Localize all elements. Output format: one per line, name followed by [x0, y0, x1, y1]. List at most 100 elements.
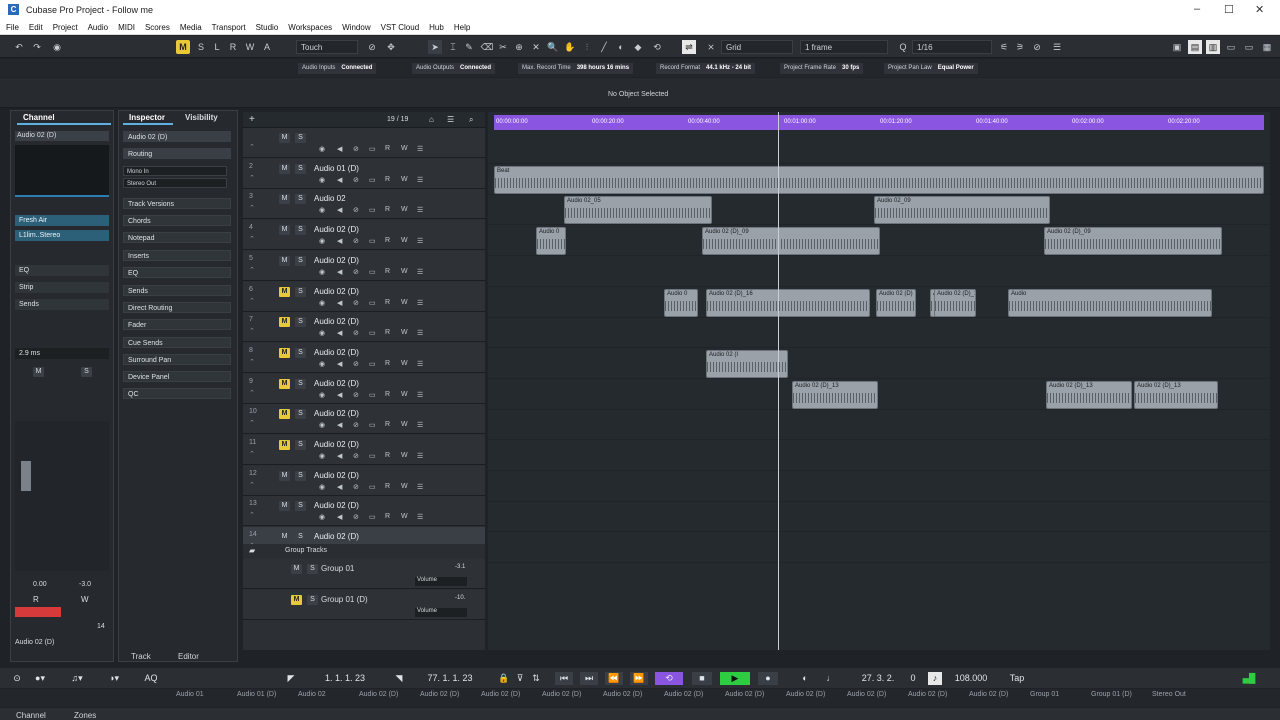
track-write-button[interactable]: W [401, 360, 408, 367]
audio-event[interactable]: Audio 02 (D)_13 [1134, 380, 1218, 409]
speaker-icon[interactable]: ◀ [337, 237, 342, 245]
track-name[interactable]: Audio 02 (D) [314, 225, 359, 234]
track-write-button[interactable]: W [401, 513, 408, 520]
record-mode-icon[interactable]: ●▾ [30, 672, 50, 685]
lane-icon[interactable]: ▭ [369, 360, 376, 368]
track-write-button[interactable]: W [401, 176, 408, 183]
group-folder[interactable]: ▰ Group Tracks [243, 544, 485, 558]
track-write-button[interactable]: W [401, 329, 408, 336]
tab-track[interactable]: Track [131, 652, 151, 661]
mixer-channel-name[interactable]: Audio 01 (D) [237, 691, 276, 698]
upper-zone-icon[interactable]: ▭ [1242, 40, 1256, 54]
track-solo-button[interactable]: S [295, 225, 306, 236]
track-menu-icon[interactable]: ☰ [417, 299, 423, 307]
edit-channel-icon[interactable]: ⊘ [353, 176, 359, 184]
track-mute-button[interactable]: M [279, 470, 290, 481]
mixer-channel-name[interactable]: Audio 02 (D) [908, 691, 947, 698]
menu-hub[interactable]: Hub [429, 23, 444, 32]
group-value[interactable]: -3.1 [455, 564, 465, 570]
track-name[interactable]: Audio 02 [314, 194, 346, 203]
menu-vst-cloud[interactable]: VST Cloud [381, 23, 420, 32]
track-lane[interactable] [488, 441, 1270, 471]
track-solo-button[interactable]: S [295, 286, 306, 297]
speaker-icon[interactable]: ◀ [337, 176, 342, 184]
tab-inspector[interactable]: Inspector [123, 111, 173, 125]
edit-channel-icon[interactable]: ⊘ [353, 513, 359, 521]
track-read-button[interactable]: R [385, 268, 390, 275]
line-tool-icon[interactable]: ╱ [597, 40, 611, 54]
track-mute-button[interactable]: M [279, 286, 290, 297]
monitor-icon[interactable]: ◉ [319, 421, 325, 429]
quantize-apply-icon[interactable]: ⚟ [997, 40, 1011, 54]
inspector-section-chords[interactable]: Chords [123, 215, 231, 226]
lane-icon[interactable]: ▭ [369, 145, 376, 153]
channel-read-button[interactable]: R [33, 595, 39, 604]
track-menu-icon[interactable]: ☰ [417, 421, 423, 429]
snap-type-select[interactable]: Grid [721, 40, 793, 54]
channel-solo-button[interactable]: S [81, 367, 92, 377]
range-tool-icon[interactable]: ⌶ [446, 40, 460, 54]
track-solo-button[interactable]: S [295, 255, 306, 266]
inspector-section-surround-pan[interactable]: Surround Pan [123, 354, 231, 365]
track-mute-button[interactable]: M [279, 378, 290, 389]
track-solo-button[interactable]: S [295, 378, 306, 389]
monitor-icon[interactable]: ◉ [319, 176, 325, 184]
lane-icon[interactable]: ▭ [369, 237, 376, 245]
track-row[interactable]: 6 ⌃ M S Audio 02 (D) ◉ ◀ ⊘ ▭ R W ☰ [243, 281, 485, 312]
marker-icon[interactable]: ☰ [1050, 40, 1064, 54]
track-name[interactable]: Audio 01 (D) [314, 164, 359, 173]
erase-tool-icon[interactable]: ⌫ [480, 40, 494, 54]
track-lane[interactable] [488, 349, 1270, 379]
track-write-button[interactable]: W [401, 391, 408, 398]
audio-event[interactable]: Audio [1008, 288, 1212, 317]
track-read-button[interactable]: R [385, 237, 390, 244]
track-name[interactable]: Audio 02 (D) [314, 440, 359, 449]
lane-icon[interactable]: ▭ [369, 421, 376, 429]
hand-tool-icon[interactable]: ✋ [563, 40, 577, 54]
track-row[interactable]: 11 ⌃ M S Audio 02 (D) ◉ ◀ ⊘ ▭ R W ☰ [243, 435, 485, 465]
track-name[interactable]: Audio 02 (D) [314, 256, 359, 265]
add-track-icon[interactable]: + [249, 114, 255, 125]
edit-channel-icon[interactable]: ⊘ [353, 391, 359, 399]
group-param-select[interactable]: Volume [415, 608, 467, 617]
track-menu-icon[interactable]: ☰ [417, 360, 423, 368]
lane-icon[interactable]: ▭ [369, 299, 376, 307]
track-expand-icon[interactable]: ⌃ [249, 450, 255, 458]
edit-channel-icon[interactable]: ⊘ [353, 237, 359, 245]
monitor-icon[interactable]: ◉ [319, 268, 325, 276]
audio-event[interactable]: Audio 02 (D)_16 [706, 288, 870, 317]
monitor-icon[interactable]: ◉ [319, 360, 325, 368]
edit-channel-icon[interactable]: ⊘ [353, 299, 359, 307]
track-mute-button[interactable]: M [279, 440, 290, 450]
audio-event[interactable]: Audio 02 (D)_13 [1046, 380, 1132, 409]
tap-tempo-button[interactable]: Tap [1000, 672, 1034, 685]
pan-value[interactable]: -3.0 [79, 581, 91, 588]
audio-event[interactable]: Audio 0 [536, 227, 566, 256]
constrain-icon[interactable]: ⊘ [365, 40, 379, 54]
track-row[interactable]: 5 ⌃ M S Audio 02 (D) ◉ ◀ ⊘ ▭ R W ☰ [243, 250, 485, 281]
mixer-channel-name[interactable]: Group 01 [1030, 691, 1059, 698]
channel-section-eq[interactable]: EQ [15, 265, 109, 276]
track-expand-icon[interactable]: ⌃ [249, 389, 255, 397]
mixer-channel-name[interactable]: Audio 02 (D) [359, 691, 398, 698]
mixer-channel-name[interactable]: Audio 01 [176, 691, 204, 698]
track-expand-icon[interactable]: ⌃ [249, 235, 255, 243]
speaker-icon[interactable]: ◀ [337, 513, 342, 521]
track-write-button[interactable]: W [401, 268, 408, 275]
track-row[interactable]: 2 ⌃ M S Audio 01 (D) ◉ ◀ ⊘ ▭ R W ☰ [243, 158, 485, 189]
monitor-icon[interactable]: ◉ [319, 206, 325, 214]
lane-icon[interactable]: ▭ [369, 483, 376, 491]
group-solo-button[interactable]: S [307, 564, 318, 574]
track-solo-button[interactable]: S [295, 440, 306, 450]
track-expand-icon[interactable]: ⌃ [249, 481, 255, 489]
menu-media[interactable]: Media [180, 23, 202, 32]
track-mute-button[interactable]: M [279, 317, 290, 328]
track-lane[interactable] [488, 502, 1270, 533]
fader-cap[interactable] [21, 461, 31, 491]
track-row[interactable]: 8 ⌃ M S Audio 02 (D) ◉ ◀ ⊘ ▭ R W ☰ [243, 342, 485, 373]
edit-channel-icon[interactable]: ⊘ [353, 360, 359, 368]
track-read-button[interactable]: R [385, 421, 390, 428]
edit-channel-icon[interactable]: ⊘ [353, 206, 359, 214]
window-layout-icon[interactable]: ▦ [1260, 40, 1274, 54]
inspector-track-name[interactable]: Audio 02 (D) [123, 131, 231, 142]
